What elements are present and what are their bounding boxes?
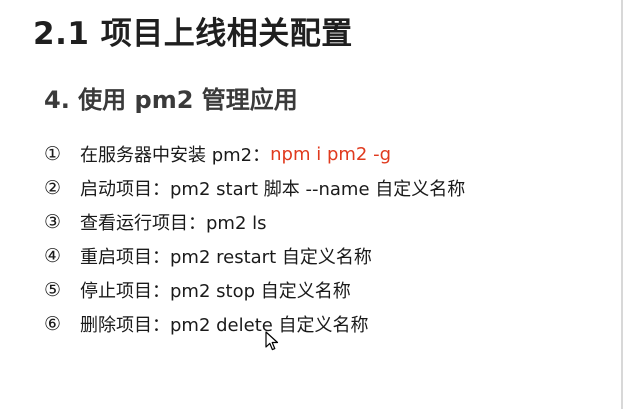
item-number: ① xyxy=(44,143,62,165)
list-item: ④ 重启项目：pm2 restart 自定义名称 xyxy=(44,239,465,273)
item-text: 重启项目：pm2 restart 自定义名称 xyxy=(80,247,372,268)
list-item: ⑥ 删除项目：pm2 delete 自定义名称 xyxy=(44,307,465,341)
slide-subtitle: 4. 使用 pm2 管理应用 xyxy=(44,86,298,114)
item-number: ⑥ xyxy=(44,313,62,335)
item-number: ② xyxy=(44,177,62,199)
list-item: ① 在服务器中安装 pm2： npm i pm2 -g xyxy=(44,137,465,171)
item-text: 停止项目：pm2 stop 自定义名称 xyxy=(80,281,351,302)
item-text: 删除项目：pm2 delete 自定义名称 xyxy=(80,315,369,336)
item-text: 启动项目：pm2 start 脚本 --name 自定义名称 xyxy=(80,179,466,200)
item-text: 在服务器中安装 pm2： xyxy=(80,145,271,166)
slide: 2.1 项目上线相关配置 4. 使用 pm2 管理应用 ① 在服务器中安装 pm… xyxy=(0,0,623,409)
list-item: ⑤ 停止项目：pm2 stop 自定义名称 xyxy=(44,273,465,307)
list-item: ③ 查看运行项目：pm2 ls xyxy=(44,205,465,239)
item-number: ③ xyxy=(44,211,62,233)
item-number: ⑤ xyxy=(44,279,62,301)
list-item: ② 启动项目：pm2 start 脚本 --name 自定义名称 xyxy=(44,171,465,205)
pm2-command-list: ① 在服务器中安装 pm2： npm i pm2 -g ② 启动项目：pm2 s… xyxy=(44,137,465,341)
slide-title: 2.1 项目上线相关配置 xyxy=(33,16,353,52)
mouse-pointer-icon xyxy=(265,331,279,351)
item-number: ④ xyxy=(44,245,62,267)
install-command: npm i pm2 -g xyxy=(270,143,392,165)
item-text: 查看运行项目：pm2 ls xyxy=(80,213,267,234)
